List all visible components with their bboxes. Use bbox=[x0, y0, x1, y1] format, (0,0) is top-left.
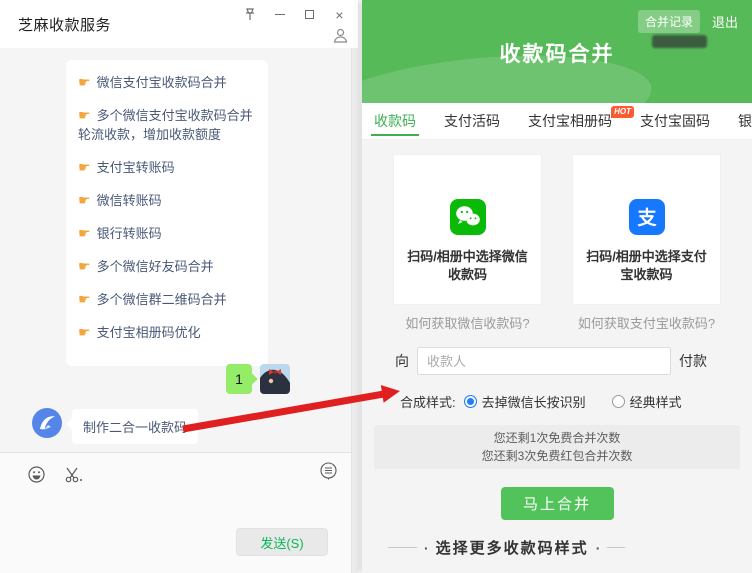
window-controls: × bbox=[243, 8, 346, 21]
divider-line bbox=[607, 547, 625, 548]
hand-pointer-icon: ☛ bbox=[78, 192, 91, 208]
tab-bank-transfer-code[interactable]: 银行转账码 bbox=[738, 103, 752, 139]
divider-dot: · bbox=[424, 540, 429, 556]
radio-option-classic-style[interactable]: 经典样式 bbox=[612, 392, 682, 411]
wechat-icon bbox=[450, 199, 486, 235]
pay-suffix-label: 付款 bbox=[679, 351, 707, 371]
contact-profile-icon[interactable] bbox=[332, 27, 349, 49]
chat-scrollbar[interactable] bbox=[351, 48, 358, 573]
merge-now-button[interactable]: 马上合并 bbox=[501, 487, 614, 520]
wechat-card-label: 扫码/相册中选择微信收款码 bbox=[407, 248, 529, 284]
wechat-qr-card[interactable]: 扫码/相册中选择微信收款码 bbox=[393, 154, 542, 305]
service-avatar[interactable] bbox=[32, 408, 62, 438]
radio-selected-icon[interactable] bbox=[464, 395, 477, 408]
composer: 发送(S) bbox=[0, 452, 351, 573]
menu-item[interactable]: ☛银行转账码 bbox=[78, 224, 256, 243]
quota-notice: 您还剩1次免费合并次数 您还剩3次免费红包合并次数 bbox=[374, 425, 740, 469]
chat-area: ☛微信支付宝收款码合并 ☛多个微信支付宝收款码合并 轮流收款，增加收款额度 ☛支… bbox=[0, 48, 358, 452]
hand-pointer-icon: ☛ bbox=[78, 107, 91, 123]
masked-phone-number bbox=[652, 35, 707, 48]
hand-pointer-icon: ☛ bbox=[78, 159, 91, 175]
hand-pointer-icon: ☛ bbox=[78, 225, 91, 241]
tab-alipay-fixed-code[interactable]: 支付宝固码 bbox=[640, 103, 710, 139]
alipay-card-label: 扫码/相册中选择支付宝收款码 bbox=[586, 248, 708, 284]
menu-item[interactable]: ☛微信转账码 bbox=[78, 191, 256, 210]
close-icon[interactable]: × bbox=[333, 8, 346, 21]
hand-pointer-icon: ☛ bbox=[78, 324, 91, 340]
more-styles-divider[interactable]: · 选择更多收款码样式 · bbox=[362, 537, 752, 558]
chat-window: 芝麻收款服务 × ☛微信支付宝收款码合并 ☛多个微信支付宝收款码合并 轮流收款，… bbox=[0, 0, 358, 573]
emoji-icon[interactable] bbox=[28, 466, 45, 483]
menu-item[interactable]: ☛支付宝相册码优化 bbox=[78, 323, 256, 342]
menu-item[interactable]: ☛支付宝转账码 bbox=[78, 158, 256, 177]
hot-badge: HOT bbox=[611, 106, 634, 118]
title-bar: 芝麻收款服务 × bbox=[0, 0, 358, 48]
hand-pointer-icon: ☛ bbox=[78, 258, 91, 274]
menu-item[interactable]: ☛多个微信群二维码合并 bbox=[78, 290, 256, 309]
logout-button[interactable]: 退出 bbox=[712, 12, 738, 31]
pin-icon[interactable] bbox=[243, 8, 256, 21]
alipay-icon: 支 bbox=[629, 199, 665, 235]
composer-toolbar bbox=[0, 453, 351, 487]
screen: 芝麻收款服务 × ☛微信支付宝收款码合并 ☛多个微信支付宝收款码合并 轮流收款，… bbox=[0, 0, 752, 573]
radio-unselected-icon[interactable] bbox=[612, 395, 625, 408]
merge-panel: 收款码合并 合并记录 退出 收款码 支付活码 支付宝相册码HOT 支付宝固码 银… bbox=[362, 0, 752, 573]
style-label: 合成样式: bbox=[400, 392, 456, 411]
qr-source-cards: 扫码/相册中选择微信收款码 支 扫码/相册中选择支付宝收款码 bbox=[362, 154, 752, 305]
chat-history-icon[interactable] bbox=[320, 462, 337, 480]
quota-line-1: 您还剩1次免费合并次数 bbox=[374, 429, 740, 447]
tab-shoukuanma[interactable]: 收款码 bbox=[374, 103, 416, 139]
user-avatar[interactable] bbox=[260, 364, 290, 394]
tab-alipay-album-code[interactable]: 支付宝相册码HOT bbox=[528, 103, 612, 139]
pay-prefix-label: 向 bbox=[395, 351, 409, 371]
alipay-help-link[interactable]: 如何获取支付宝收款码? bbox=[572, 313, 721, 332]
maximize-icon[interactable] bbox=[303, 8, 316, 21]
radio-option-remove-longpress[interactable]: 去掉微信长按识别 bbox=[464, 392, 586, 411]
divider-line bbox=[388, 547, 417, 548]
hand-pointer-icon: ☛ bbox=[78, 291, 91, 307]
payee-input[interactable] bbox=[417, 347, 671, 375]
reply-message-bubble[interactable]: 制作二合一收款码 bbox=[72, 409, 198, 444]
menu-item[interactable]: ☛微信支付宝收款码合并 bbox=[78, 73, 256, 92]
payee-row: 向 付款 bbox=[395, 347, 707, 375]
screenshot-scissors-icon[interactable] bbox=[65, 467, 83, 483]
menu-item[interactable]: ☛多个微信支付宝收款码合并 轮流收款，增加收款额度 bbox=[78, 106, 256, 144]
tab-zhifu-huoma[interactable]: 支付活码 bbox=[444, 103, 500, 139]
merge-style-row: 合成样式: 去掉微信长按识别 经典样式 bbox=[362, 392, 752, 411]
panel-content: 扫码/相册中选择微信收款码 支 扫码/相册中选择支付宝收款码 如何获取微信收款码… bbox=[362, 140, 752, 558]
service-menu-message: ☛微信支付宝收款码合并 ☛多个微信支付宝收款码合并 轮流收款，增加收款额度 ☛支… bbox=[66, 60, 268, 366]
sent-message-bubble[interactable]: 1 bbox=[226, 364, 252, 394]
svg-text:支: 支 bbox=[636, 207, 657, 229]
alipay-qr-card[interactable]: 支 扫码/相册中选择支付宝收款码 bbox=[572, 154, 721, 305]
quota-line-2: 您还剩3次免费红包合并次数 bbox=[374, 447, 740, 465]
minimize-icon[interactable] bbox=[273, 8, 286, 21]
wechat-help-link[interactable]: 如何获取微信收款码? bbox=[393, 313, 542, 332]
divider-dot: · bbox=[596, 540, 601, 556]
menu-item[interactable]: ☛多个微信好友码合并 bbox=[78, 257, 256, 276]
merge-history-button[interactable]: 合并记录 bbox=[638, 10, 700, 33]
help-links: 如何获取微信收款码? 如何获取支付宝收款码? bbox=[362, 313, 752, 332]
window-title: 芝麻收款服务 bbox=[18, 14, 111, 35]
panel-header: 收款码合并 合并记录 退出 bbox=[362, 0, 752, 103]
more-styles-label: 选择更多收款码样式 bbox=[436, 537, 589, 558]
send-button[interactable]: 发送(S) bbox=[236, 528, 328, 556]
tab-bar: 收款码 支付活码 支付宝相册码HOT 支付宝固码 银行转账码 bbox=[362, 103, 752, 140]
hand-pointer-icon: ☛ bbox=[78, 74, 91, 90]
